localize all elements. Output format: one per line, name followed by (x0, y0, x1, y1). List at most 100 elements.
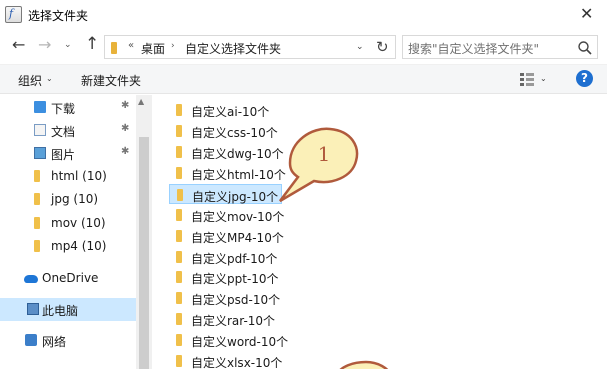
sidebar-item-downloads[interactable]: 下载 ✱ (0, 96, 136, 119)
sidebar-item-documents[interactable]: 文档 ✱ (0, 119, 136, 142)
sidebar-item-label: OneDrive (42, 271, 99, 285)
sidebar-item-label: mp4 (10) (51, 239, 107, 253)
sidebar-item-label: 下载 (51, 102, 76, 116)
forward-arrow-icon[interactable]: → (38, 35, 51, 54)
folder-name: 自定义MP4-10个 (191, 231, 284, 245)
address-dropdown-icon[interactable]: ⌄ (356, 42, 364, 52)
document-icon (34, 124, 46, 136)
sidebar-scrollbar-thumb[interactable] (139, 137, 149, 369)
this-pc-icon (27, 303, 39, 315)
folder-icon (176, 334, 182, 346)
navigation-bar: ← → ⌄ ↑ « 桌面 › 自定义选择文件夹 › ⌄ ↻ 搜索"自定义选择文件… (0, 32, 607, 62)
folder-icon (34, 170, 40, 182)
overflow-chevron-icon[interactable]: « (128, 40, 134, 51)
folder-icon (176, 292, 182, 304)
sidebar-item-label: 网络 (42, 335, 67, 349)
search-placeholder: 搜索"自定义选择文件夹" (408, 42, 540, 56)
folder-icon (176, 230, 182, 242)
folder-name: 自定义css-10个 (191, 126, 278, 140)
network-icon (25, 334, 37, 346)
annotation-callout-partial (339, 360, 389, 369)
view-options-icon[interactable] (519, 71, 535, 87)
sidebar-item-mp4[interactable]: mp4 (10) (0, 235, 136, 258)
scroll-up-icon[interactable]: ▲ (138, 97, 144, 106)
help-button[interactable]: ? (576, 70, 593, 87)
folder-icon (176, 251, 182, 263)
sidebar-item-pictures[interactable]: 图片 ✱ (0, 142, 136, 165)
folder-icon (176, 167, 182, 179)
folder-name: 自定义ai-10个 (191, 105, 270, 119)
sidebar-item-label: jpg (10) (51, 192, 99, 206)
up-arrow-icon[interactable]: ↑ (85, 34, 99, 54)
list-item[interactable]: 自定义ppt-10个 (169, 267, 349, 287)
list-item[interactable]: 自定义xlsx-10个 (169, 351, 349, 369)
folder-icon (176, 209, 182, 221)
pin-icon[interactable]: ✱ (121, 100, 129, 111)
folder-name: 自定义rar-10个 (191, 314, 276, 328)
close-button[interactable]: ✕ (580, 4, 593, 23)
title-bar: f 选择文件夹 ✕ (0, 0, 607, 30)
folder-icon (176, 125, 182, 137)
breadcrumb-separator[interactable]: › (171, 41, 175, 51)
callout-number: 1 (318, 142, 331, 166)
annotation-callout: 1 (279, 127, 359, 203)
folder-icon (34, 240, 40, 252)
folder-icon (177, 189, 183, 201)
sidebar-item-this-pc[interactable]: 此电脑 (0, 298, 136, 321)
folder-name: 自定义xlsx-10个 (191, 356, 283, 369)
breadcrumb-desktop[interactable]: 桌面 (141, 40, 165, 57)
list-item[interactable]: 自定义pdf-10个 (169, 247, 349, 267)
sidebar-item-onedrive[interactable]: OneDrive (0, 267, 136, 290)
list-item[interactable]: 自定义mov-10个 (169, 205, 349, 225)
folder-name: 自定义mov-10个 (191, 210, 285, 224)
list-item-selected[interactable]: 自定义jpg-10个 (169, 184, 282, 204)
picture-icon (34, 147, 46, 159)
sidebar-item-label: mov (10) (51, 216, 106, 230)
sidebar-item-jpg[interactable]: jpg (10) (0, 188, 136, 211)
sidebar-item-label: html (10) (51, 169, 107, 183)
chevron-down-icon[interactable]: ⌄ (46, 74, 53, 83)
folder-name: 自定义ppt-10个 (191, 272, 279, 286)
search-input[interactable]: 搜索"自定义选择文件夹" (402, 35, 598, 59)
sidebar-item-network[interactable]: 网络 (0, 329, 136, 352)
view-dropdown-icon[interactable]: ⌄ (540, 74, 547, 83)
list-item[interactable]: 自定义rar-10个 (169, 309, 349, 329)
download-icon (34, 101, 46, 113)
list-item[interactable]: 自定义MP4-10个 (169, 226, 349, 246)
new-folder-button[interactable]: 新建文件夹 (81, 72, 141, 89)
navigation-pane: 下载 ✱ 文档 ✱ 图片 ✱ html (10) jpg (10) mov (1… (0, 95, 152, 369)
recent-locations-dropdown[interactable]: ⌄ (64, 40, 72, 50)
pin-icon[interactable]: ✱ (121, 123, 129, 134)
folder-icon (111, 42, 117, 54)
back-arrow-icon[interactable]: ← (12, 35, 25, 54)
command-bar: 组织 ⌄ 新建文件夹 ⌄ ? (0, 64, 607, 94)
folder-icon (176, 104, 182, 116)
sidebar-item-label: 此电脑 (42, 304, 79, 318)
folder-icon (34, 193, 40, 205)
breadcrumb-current-folder[interactable]: 自定义选择文件夹 (185, 40, 281, 57)
folder-name: 自定义psd-10个 (191, 293, 281, 307)
pin-icon[interactable]: ✱ (121, 146, 129, 157)
address-bar[interactable]: « 桌面 › 自定义选择文件夹 › ⌄ ↻ (104, 35, 396, 59)
folder-icon (176, 313, 182, 325)
window-title: 选择文件夹 (28, 9, 89, 23)
sidebar-item-mov[interactable]: mov (10) (0, 212, 136, 235)
sidebar-item-html[interactable]: html (10) (0, 165, 136, 188)
onedrive-icon (24, 275, 38, 283)
app-icon: f (5, 6, 22, 23)
folder-icon (176, 146, 182, 158)
folder-name: 自定义pdf-10个 (191, 252, 278, 266)
file-list: 自定义ai-10个 自定义css-10个 自定义dwg-10个 自定义html-… (152, 95, 607, 369)
folder-icon (176, 355, 182, 367)
refresh-icon[interactable]: ↻ (376, 38, 389, 56)
folder-name: 自定义word-10个 (191, 335, 289, 349)
folder-icon (34, 217, 40, 229)
folder-name: 自定义jpg-10个 (192, 190, 279, 204)
list-item[interactable]: 自定义word-10个 (169, 330, 349, 350)
organize-button[interactable]: 组织 (18, 72, 42, 89)
sidebar-item-label: 文档 (51, 125, 76, 139)
list-item[interactable]: 自定义psd-10个 (169, 288, 349, 308)
breadcrumb-separator[interactable]: › (270, 41, 274, 51)
search-icon[interactable] (577, 40, 593, 56)
list-item[interactable]: 自定义ai-10个 (169, 100, 349, 120)
